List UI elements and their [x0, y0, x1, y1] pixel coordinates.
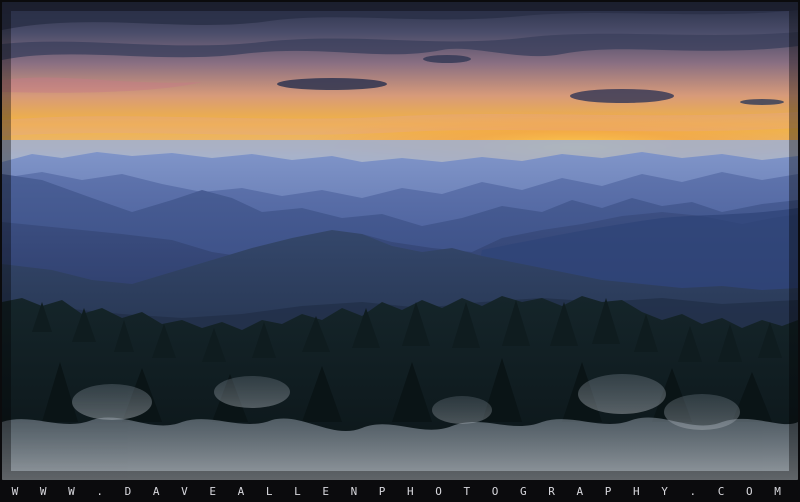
- landscape-photo: [2, 2, 798, 480]
- mountain-sunset-scene: [2, 2, 798, 480]
- watermark-url: W W W . D A V E A L L E N P H O T O G R …: [11, 485, 789, 498]
- photo-frame: W W W . D A V E A L L E N P H O T O G R …: [0, 0, 800, 502]
